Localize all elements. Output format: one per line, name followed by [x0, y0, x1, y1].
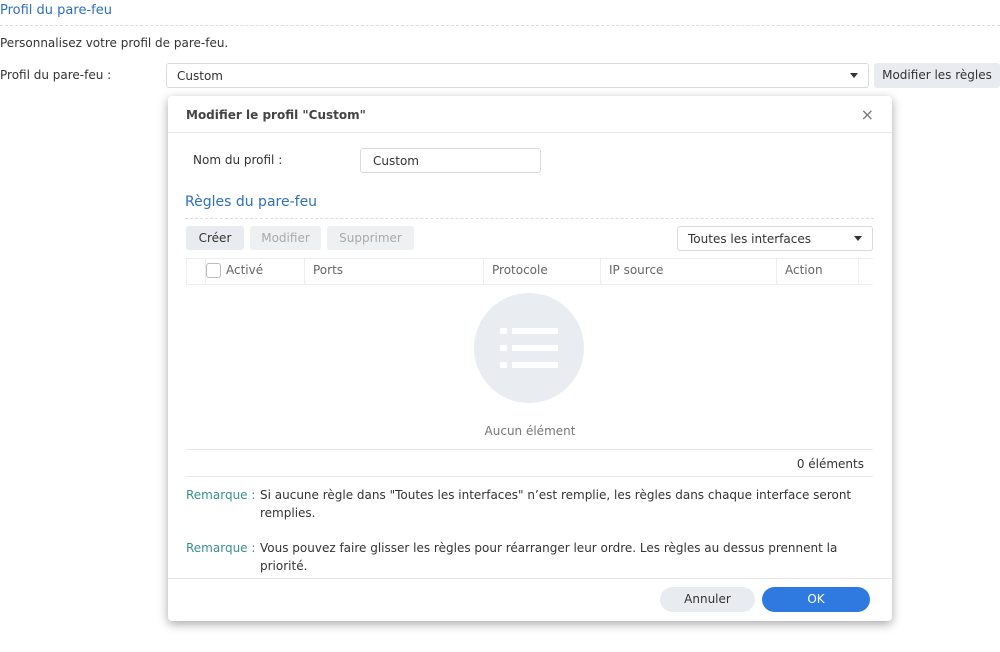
column-source-ip[interactable]: IP source	[600, 258, 776, 285]
interface-select-value: Toutes les interfaces	[688, 232, 811, 246]
divider	[168, 578, 892, 579]
ok-button[interactable]: OK	[762, 587, 870, 612]
column-enabled[interactable]: Activé	[205, 258, 304, 285]
dialog-title: Modifier le profil "Custom"	[186, 108, 366, 122]
column-ports[interactable]: Ports	[304, 258, 483, 285]
divider	[186, 449, 873, 450]
empty-list-icon	[474, 293, 584, 403]
select-all-checkbox[interactable]	[206, 263, 221, 278]
cancel-button[interactable]: Annuler	[660, 587, 755, 612]
profile-name-input[interactable]: Custom	[360, 148, 541, 173]
delete-button[interactable]: Supprimer	[327, 226, 414, 250]
item-count: 0 éléments	[796, 457, 864, 471]
create-button[interactable]: Créer	[186, 226, 244, 250]
divider	[0, 25, 1000, 26]
profile-name-label: Nom du profil :	[193, 153, 283, 167]
rules-title: Règles du pare-feu	[185, 194, 318, 210]
chevron-down-icon	[850, 73, 858, 78]
interface-select[interactable]: Toutes les interfaces	[677, 226, 873, 251]
column-action[interactable]: Action	[776, 258, 858, 285]
empty-text: Aucun élément	[484, 424, 576, 438]
divider	[168, 132, 892, 133]
description: Personnalisez votre profil de pare-feu.	[0, 36, 229, 50]
chevron-down-icon	[854, 236, 862, 241]
profile-select-value: Custom	[177, 69, 223, 83]
edit-profile-dialog: Modifier le profil "Custom" × Nom du pro…	[168, 96, 892, 621]
column-protocol[interactable]: Protocole	[483, 258, 600, 285]
section-title: Profil du pare-feu	[0, 3, 112, 18]
column-spacer	[858, 258, 875, 285]
note-label: Remarque :	[186, 488, 256, 502]
divider	[185, 218, 874, 219]
column-spacer	[186, 258, 205, 285]
edit-rules-button[interactable]: Modifier les règles	[874, 63, 1000, 88]
close-icon[interactable]: ×	[861, 105, 874, 124]
divider	[186, 476, 873, 477]
note-text: Vous pouvez faire glisser les règles pou…	[260, 541, 838, 573]
note-text: Si aucune règle dans "Toutes les interfa…	[260, 488, 852, 520]
note-label: Remarque :	[186, 541, 256, 555]
edit-button[interactable]: Modifier	[250, 226, 321, 250]
column-label: Activé	[226, 263, 264, 277]
profile-label: Profil du pare-feu :	[0, 68, 112, 82]
profile-select[interactable]: Custom	[166, 63, 869, 88]
